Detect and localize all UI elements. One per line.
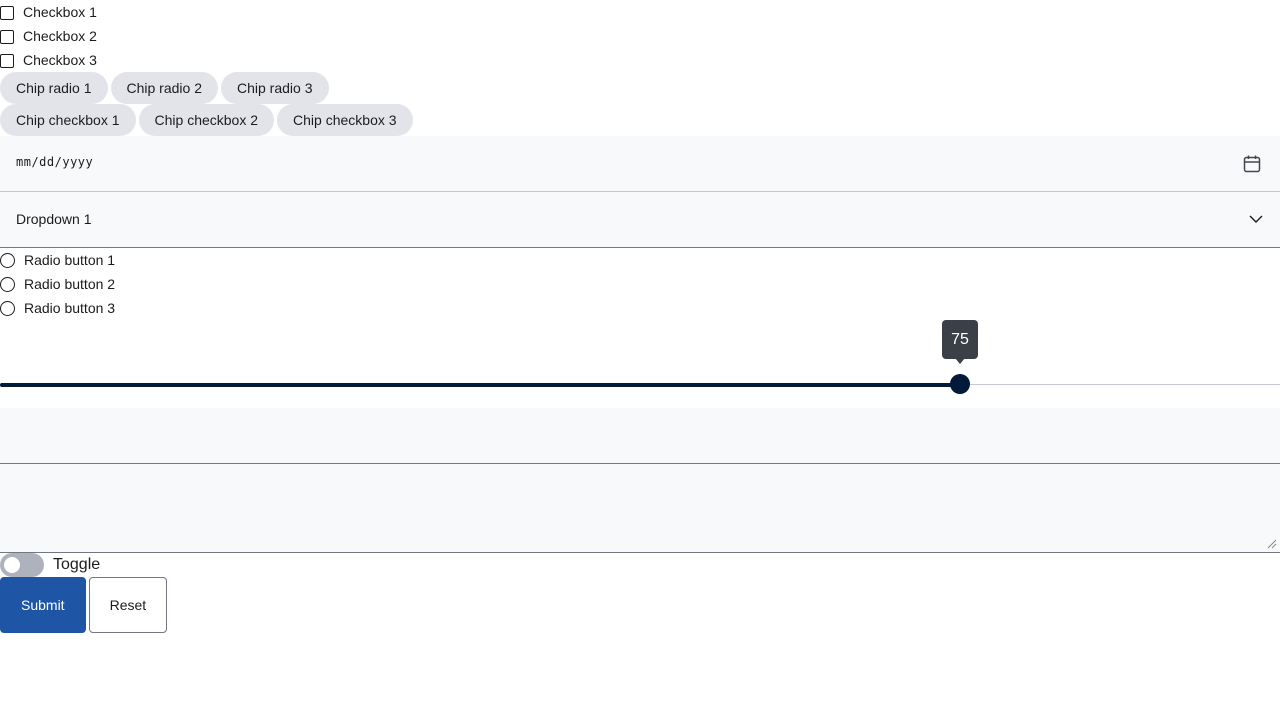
form: Checkbox 1 Checkbox 2 Checkbox 3 Chip ra… — [0, 0, 1280, 633]
radio-label: Radio button 3 — [24, 300, 116, 316]
dropdown-value: Dropdown 1 — [16, 211, 92, 227]
radio-button-2[interactable] — [0, 277, 15, 292]
toggle-row[interactable]: Toggle — [0, 553, 1280, 577]
chip-checkbox-3[interactable]: Chip checkbox 3 — [277, 104, 413, 136]
radio-label: Radio button 1 — [24, 252, 116, 268]
chip-radio-2[interactable]: Chip radio 2 — [110, 72, 218, 104]
submit-button[interactable]: Submit — [0, 577, 86, 633]
chip-checkbox-1[interactable]: Chip checkbox 1 — [0, 104, 136, 136]
chip-checkbox-2[interactable]: Chip checkbox 2 — [138, 104, 275, 136]
chip-checkbox-group: Chip checkbox 1 Chip checkbox 2 Chip che… — [0, 104, 1280, 136]
dropdown-select[interactable]: Dropdown 1 — [0, 192, 1280, 248]
chip-radio-3[interactable]: Chip radio 3 — [221, 72, 329, 104]
checkbox-1[interactable] — [0, 6, 14, 20]
checkbox-option-1[interactable]: Checkbox 1 — [0, 0, 1280, 24]
slider-active-track — [0, 383, 960, 387]
calendar-icon[interactable] — [1243, 155, 1261, 173]
slider-thumb[interactable] — [950, 374, 970, 394]
radio-group: Radio button 1 Radio button 2 Radio butt… — [0, 248, 1280, 320]
radio-button-3[interactable] — [0, 301, 15, 316]
checkbox-group: Checkbox 1 Checkbox 2 Checkbox 3 — [0, 0, 1280, 72]
radio-option-2[interactable]: Radio button 2 — [0, 272, 1280, 296]
chip-radio-1[interactable]: Chip radio 1 — [0, 72, 108, 104]
radio-label: Radio button 2 — [24, 276, 116, 292]
date-placeholder: mm/dd/yyyy — [16, 155, 94, 169]
checkbox-3[interactable] — [0, 54, 14, 68]
chip-radio-group: Chip radio 1 Chip radio 2 Chip radio 3 — [0, 72, 1280, 104]
checkbox-option-2[interactable]: Checkbox 2 — [0, 24, 1280, 48]
radio-option-3[interactable]: Radio button 3 — [0, 296, 1280, 320]
textarea[interactable] — [0, 464, 1280, 553]
toggle-label: Toggle — [53, 556, 101, 573]
chevron-down-icon — [1249, 215, 1263, 223]
checkbox-label: Checkbox 3 — [23, 52, 97, 68]
toggle-switch[interactable] — [0, 553, 44, 577]
radio-option-1[interactable]: Radio button 1 — [0, 248, 1280, 272]
radio-button-1[interactable] — [0, 253, 15, 268]
reset-button[interactable]: Reset — [88, 577, 168, 633]
slider-value-tooltip: 75 — [942, 320, 978, 364]
checkbox-label: Checkbox 1 — [23, 4, 97, 20]
range-slider[interactable]: 75 — [0, 320, 1280, 408]
button-row: Submit Reset — [0, 577, 1280, 633]
toggle-knob — [4, 557, 20, 573]
date-input[interactable]: mm/dd/yyyy — [0, 136, 1280, 192]
checkbox-option-3[interactable]: Checkbox 3 — [0, 48, 1280, 72]
text-input[interactable] — [0, 408, 1280, 464]
resize-handle-icon[interactable] — [1267, 539, 1277, 549]
checkbox-label: Checkbox 2 — [23, 28, 97, 44]
checkbox-2[interactable] — [0, 30, 14, 44]
